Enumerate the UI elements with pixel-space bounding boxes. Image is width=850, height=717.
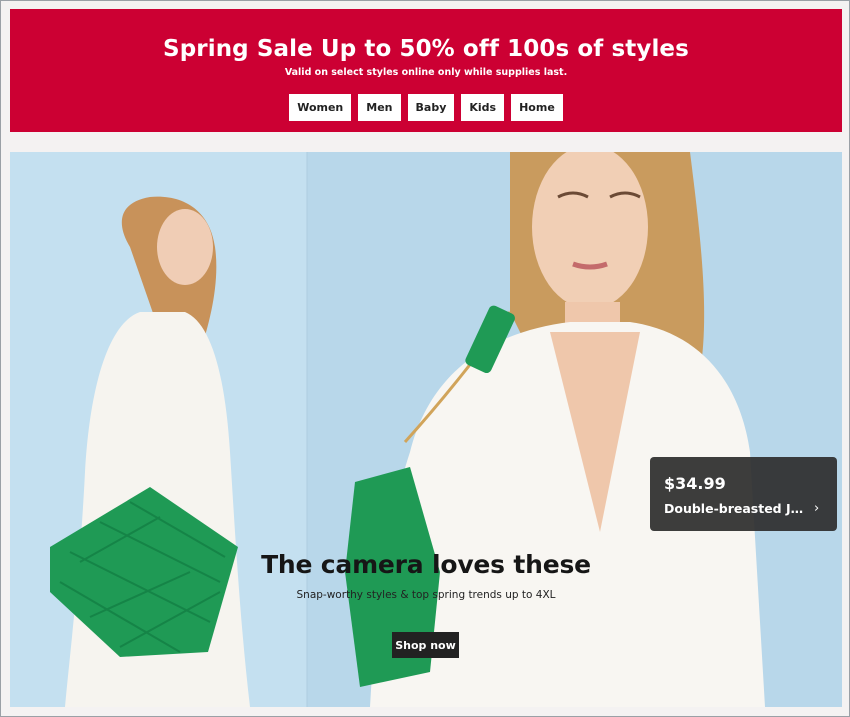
shop-now-button[interactable]: Shop now — [392, 632, 459, 658]
hero-title: The camera loves these — [261, 550, 591, 579]
hero-campaign[interactable]: The camera loves these Snap-worthy style… — [10, 152, 842, 707]
category-men-button[interactable]: Men — [358, 94, 401, 121]
category-kids-button[interactable]: Kids — [461, 94, 505, 121]
hero-image — [10, 152, 842, 707]
hero-text: The camera loves these Snap-worthy style… — [10, 550, 842, 601]
category-women-button[interactable]: Women — [289, 94, 352, 121]
sale-banner: Spring Sale Up to 50% off 100s of styles… — [10, 9, 842, 132]
category-links: Women Men Baby Kids Home — [10, 94, 842, 121]
hero-subtitle: Snap-worthy styles & top spring trends u… — [296, 589, 556, 601]
product-price: $34.99 — [664, 474, 726, 493]
category-home-button[interactable]: Home — [511, 94, 563, 121]
sale-subtitle: Valid on select styles online only while… — [284, 67, 568, 78]
product-price-tag[interactable]: $34.99 Double-breasted Jac… › — [650, 457, 837, 531]
chevron-right-icon: › — [814, 501, 820, 516]
sale-title: Spring Sale Up to 50% off 100s of styles — [163, 36, 689, 62]
category-baby-button[interactable]: Baby — [407, 94, 455, 121]
product-name: Double-breasted Jac… — [664, 501, 810, 516]
